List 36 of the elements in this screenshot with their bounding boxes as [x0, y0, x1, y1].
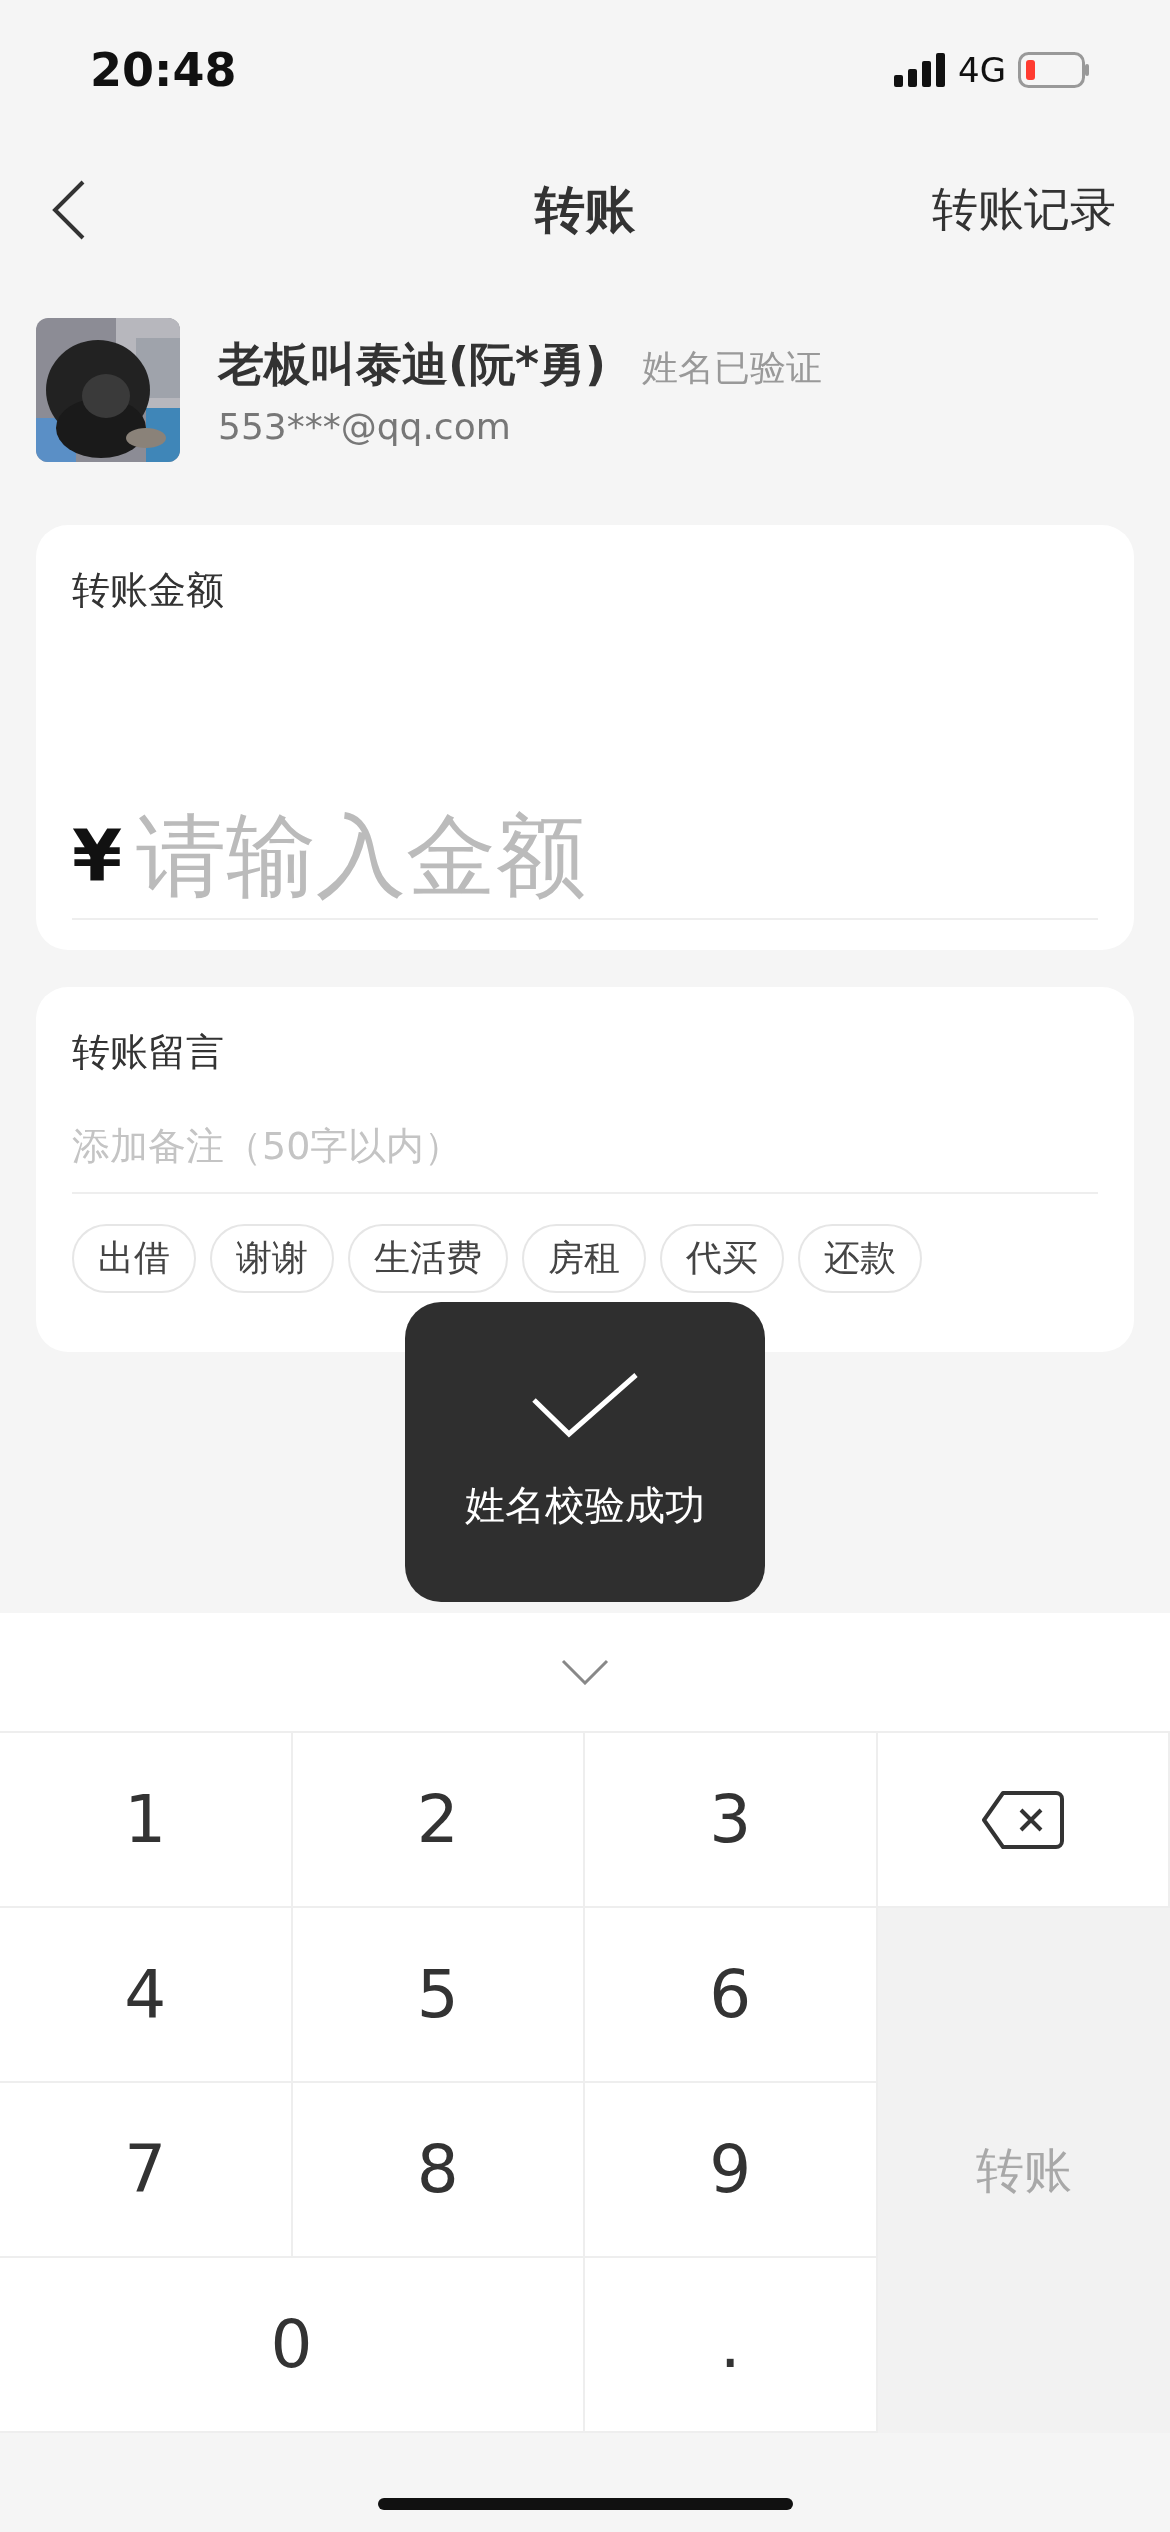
key[interactable]: 6: [585, 1908, 878, 2083]
back-icon[interactable]: [52, 180, 86, 240]
key[interactable]: 3: [585, 1733, 878, 1908]
key[interactable]: 0: [0, 2258, 585, 2433]
preset-chip[interactable]: 房租: [522, 1224, 646, 1293]
network-label: 4G: [958, 50, 1006, 90]
amount-label: 转账金额: [72, 567, 225, 614]
checkmark-icon: [531, 1371, 639, 1438]
verified-label: 姓名已验证: [642, 345, 823, 390]
backspace-icon[interactable]: [980, 1789, 1065, 1850]
signal-icon: [894, 53, 946, 87]
currency-symbol: ¥: [72, 813, 123, 898]
collapse-icon[interactable]: [561, 1659, 609, 1685]
page-title: 转账: [535, 179, 635, 241]
key[interactable]: 9: [585, 2083, 878, 2258]
message-input[interactable]: 添加备注（50字以内）: [72, 1104, 1098, 1194]
preset-chip[interactable]: 生活费: [348, 1224, 508, 1293]
key[interactable]: 4: [0, 1908, 293, 2083]
preset-chip[interactable]: 出借: [72, 1224, 196, 1293]
key[interactable]: 1: [0, 1733, 293, 1908]
key[interactable]: 2: [292, 1733, 585, 1908]
key[interactable]: 5: [292, 1908, 585, 2083]
amount-input[interactable]: 请输入金额: [136, 803, 1098, 908]
recipient-account: 553***@qq.com: [218, 405, 512, 447]
preset-chip[interactable]: 谢谢: [210, 1224, 334, 1293]
message-label: 转账留言: [72, 1029, 225, 1076]
key[interactable]: 7: [0, 2083, 293, 2258]
preset-chip[interactable]: 还款: [798, 1224, 922, 1293]
key[interactable]: .: [585, 2258, 878, 2433]
status-time: 20:48: [90, 43, 237, 97]
preset-chip[interactable]: 代买: [660, 1224, 784, 1293]
battery-icon: [1018, 52, 1090, 88]
key[interactable]: 8: [292, 2083, 585, 2258]
recipient-name: 老板叫泰迪(阮*勇): [218, 335, 607, 393]
transfer-history-link[interactable]: 转账记录: [932, 179, 1116, 241]
toast-message: 姓名校验成功: [465, 1480, 705, 1530]
